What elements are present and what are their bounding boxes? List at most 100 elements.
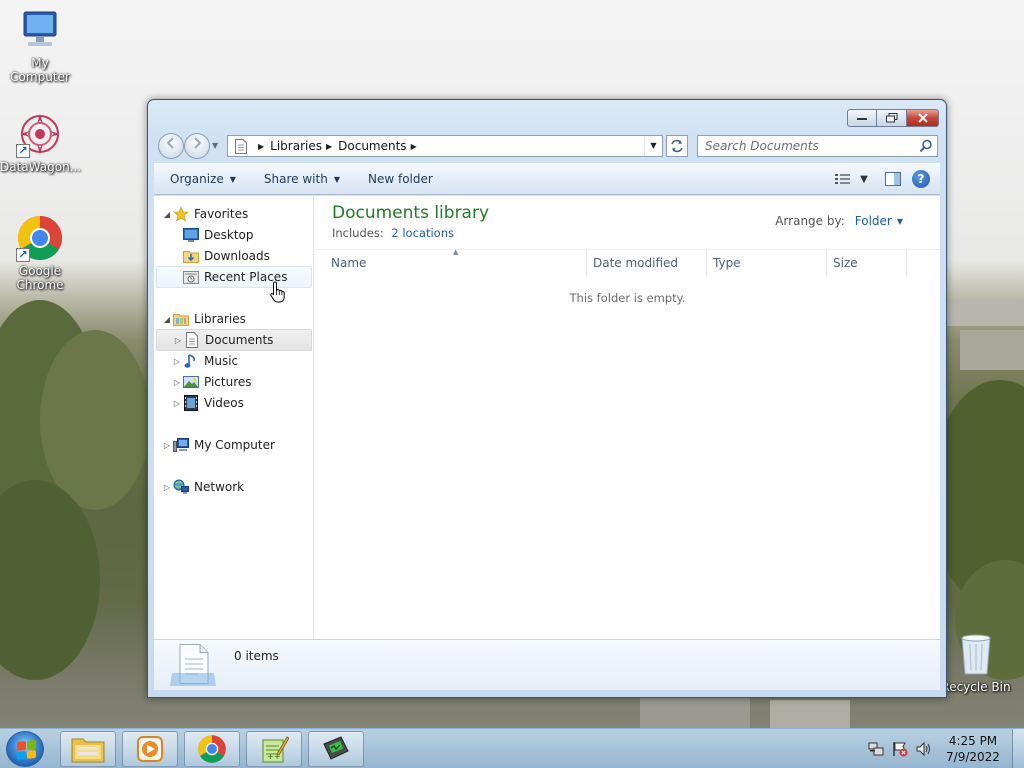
pictures-icon	[182, 374, 200, 390]
show-desktop-button[interactable]	[1012, 729, 1024, 768]
breadcrumb-arrow-icon[interactable]: ▶	[326, 142, 332, 151]
desktop-icon-google-chrome[interactable]: ↗ Google Chrome	[0, 214, 80, 292]
chrome-icon	[198, 735, 226, 763]
search-icon[interactable]	[919, 139, 933, 153]
taskbar-notepad-plus-button[interactable]: ++	[246, 731, 302, 767]
expand-arrow-icon[interactable]: ◢	[162, 315, 172, 324]
arrange-by-label: Arrange by:	[775, 214, 845, 228]
volume-icon[interactable]	[916, 741, 932, 757]
column-header-date-modified[interactable]: Date modified	[587, 250, 707, 276]
column-header-size[interactable]: Size	[827, 250, 907, 276]
breadcrumb-libraries[interactable]: Libraries	[270, 139, 322, 153]
nav-item-downloads[interactable]: Downloads	[182, 246, 270, 266]
nav-network[interactable]: ▷ Network	[162, 477, 244, 497]
view-options-dropdown[interactable]: ▼	[856, 168, 872, 190]
library-locations-link[interactable]: 2 locations	[391, 226, 454, 240]
nav-favorites[interactable]: ◢ Favorites	[162, 204, 248, 224]
nav-item-recent-places[interactable]: Recent Places	[156, 266, 312, 288]
cheat-engine-icon	[323, 736, 349, 760]
media-player-icon	[137, 736, 163, 762]
navigation-pane: ◢ Favorites Desktop Downloads Recent Pla…	[154, 196, 314, 639]
forward-button[interactable]	[184, 133, 210, 159]
clock-time: 4:25 PM	[948, 734, 998, 748]
new-folder-label: New folder	[367, 172, 433, 186]
breadcrumb-arrow-icon[interactable]: ▶	[411, 142, 417, 151]
nav-libraries[interactable]: ◢ Libraries	[162, 309, 246, 329]
taskbar: ++ 4:25 PM 7/9/2022	[0, 728, 1024, 768]
back-button[interactable]	[158, 133, 184, 159]
libraries-icon	[172, 311, 190, 327]
expand-arrow-icon[interactable]: ▷	[162, 441, 172, 450]
help-button[interactable]: ?	[912, 170, 930, 188]
desktop-icon-datawagon[interactable]: ↗ DataWagon...	[0, 110, 82, 174]
close-button[interactable]	[907, 109, 939, 127]
clock[interactable]: 4:25 PM 7/9/2022	[936, 733, 1010, 765]
expand-arrow-icon[interactable]: ▷	[172, 378, 182, 387]
navigation-bar: ▼ ▶ Libraries ▶ Documents ▶ ▼	[156, 133, 938, 159]
clock-date: 7/9/2022	[946, 750, 1000, 764]
change-view-button[interactable]	[830, 168, 856, 190]
chevron-down-icon[interactable]: ▼	[897, 217, 903, 226]
nav-item-pictures[interactable]: ▷ Pictures	[172, 372, 252, 392]
arrange-by: Arrange by: Folder ▼	[775, 214, 903, 228]
wallpaper-tree	[40, 330, 150, 510]
minimize-button[interactable]	[847, 109, 877, 127]
desktop-icon-recycle-bin[interactable]: Recycle Bin	[936, 630, 1016, 694]
nav-item-music[interactable]: ▷ Music	[172, 351, 238, 371]
chrome-icon: ↗	[16, 214, 64, 262]
expand-arrow-icon[interactable]: ▷	[172, 357, 182, 366]
nav-item-videos[interactable]: ▷ Videos	[172, 393, 244, 413]
nav-item-label: Videos	[204, 396, 244, 410]
empty-folder-message: This folder is empty.	[569, 291, 686, 305]
arrange-by-dropdown[interactable]: Folder	[855, 214, 892, 228]
nav-item-desktop[interactable]: Desktop	[182, 225, 254, 245]
share-with-button[interactable]: Share with ▼	[254, 168, 350, 190]
expand-arrow-icon[interactable]: ◢	[162, 210, 172, 219]
refresh-icon	[671, 139, 683, 153]
nav-item-label: Pictures	[204, 375, 252, 389]
organize-button[interactable]: Organize ▼	[160, 168, 246, 190]
expand-arrow-icon[interactable]: ▷	[172, 399, 182, 408]
toolbar-right: ▼ ?	[830, 168, 940, 190]
preview-pane-button[interactable]	[880, 168, 906, 190]
action-center-flag-icon[interactable]	[892, 741, 908, 757]
taskbar-explorer-button[interactable]	[60, 731, 116, 767]
network-tray-icon[interactable]	[868, 741, 884, 757]
nav-item-documents[interactable]: ▷ Documents	[156, 329, 312, 351]
address-history-dropdown[interactable]: ▼	[644, 136, 662, 156]
organize-label: Organize	[170, 172, 224, 186]
search-input[interactable]	[705, 139, 910, 153]
new-folder-button[interactable]: New folder	[358, 168, 443, 190]
restore-button[interactable]	[877, 109, 907, 127]
taskbar-media-player-button[interactable]	[122, 731, 178, 767]
chevron-down-icon: ▼	[333, 174, 340, 184]
recent-places-icon	[182, 269, 200, 285]
start-button[interactable]	[6, 731, 44, 767]
desktop-icon-my-computer[interactable]: My Computer	[0, 6, 80, 84]
address-bar[interactable]: ▶ Libraries ▶ Documents ▶ ▼	[227, 135, 663, 157]
computer-icon	[16, 6, 64, 54]
datawagon-icon: ↗	[16, 110, 64, 158]
expand-arrow-icon[interactable]: ▷	[162, 483, 172, 492]
column-header-type[interactable]: Type	[707, 250, 827, 276]
taskbar-chrome-button[interactable]	[184, 731, 240, 767]
column-header-name[interactable]: Name	[325, 250, 587, 276]
details-pane: 0 items	[154, 639, 940, 690]
search-box[interactable]	[697, 135, 938, 157]
nav-item-label: Music	[204, 354, 239, 368]
view-details-icon	[835, 174, 850, 184]
breadcrumb-arrow-icon[interactable]: ▶	[258, 142, 264, 151]
explorer-icon	[71, 738, 105, 763]
back-arrow-icon	[166, 137, 174, 149]
forward-arrow-icon	[194, 137, 202, 149]
expand-arrow-icon[interactable]: ▷	[173, 336, 183, 345]
breadcrumb-documents[interactable]: Documents	[338, 139, 406, 153]
recent-pages-dropdown[interactable]: ▼	[212, 141, 218, 150]
refresh-button[interactable]	[666, 135, 688, 157]
taskbar-cheat-engine-button[interactable]	[308, 731, 364, 767]
nav-libraries-label: Libraries	[194, 312, 246, 326]
nav-my-computer[interactable]: ▷ My Computer	[162, 435, 275, 455]
desktop-icon-label: DataWagon...	[0, 160, 82, 174]
wallpaper-building	[960, 330, 1024, 370]
documents-icon	[183, 332, 201, 348]
